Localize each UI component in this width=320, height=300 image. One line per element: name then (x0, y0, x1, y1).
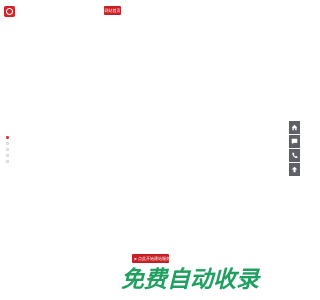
phone-tool-button[interactable] (289, 149, 300, 162)
chat-tool-button[interactable] (289, 135, 300, 148)
start-service-label: 点此开始建站服务 (138, 256, 170, 261)
side-toolbar (289, 121, 300, 177)
arrow-up-icon (291, 166, 298, 173)
brand-logo-icon[interactable] (4, 6, 15, 17)
home-icon (291, 124, 298, 131)
carousel-dot-5[interactable] (6, 160, 9, 163)
carousel-dot-3[interactable] (6, 148, 9, 151)
carousel-dot-2[interactable] (6, 142, 9, 145)
carousel-dot-1[interactable] (6, 136, 9, 139)
phone-icon (292, 152, 298, 159)
start-service-button[interactable]: 点此开始建站服务 (132, 254, 170, 263)
carousel-dots (6, 136, 10, 166)
home-tool-button[interactable] (289, 121, 300, 134)
watermark-text: 免费自动收录 (121, 267, 259, 293)
back-to-top-button[interactable] (289, 163, 300, 176)
chat-icon (291, 138, 298, 145)
home-button[interactable]: 网站首页 (104, 6, 121, 15)
carousel-dot-4[interactable] (6, 154, 9, 157)
flag-icon (134, 257, 137, 261)
